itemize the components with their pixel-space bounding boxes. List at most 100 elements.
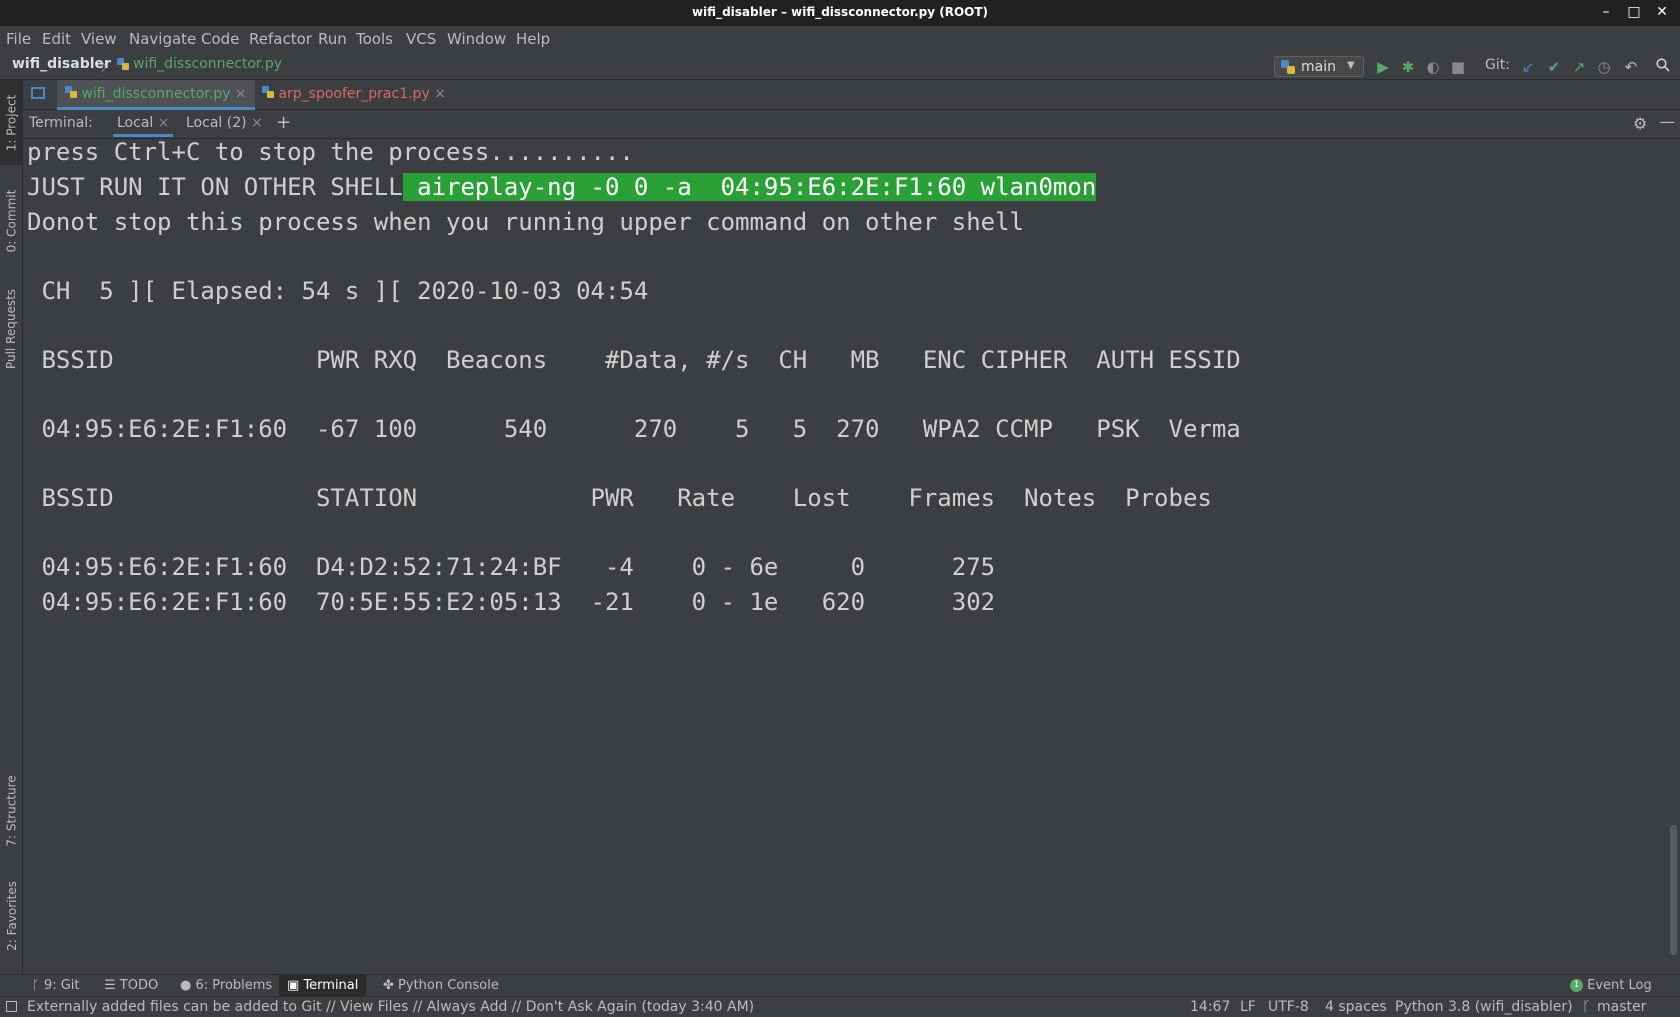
run-config-label: main (1301, 59, 1336, 75)
debug-icon[interactable]: ✱ (1398, 57, 1418, 77)
git-commit-icon[interactable]: ✔ (1544, 57, 1564, 77)
tool-tab-git[interactable]: ᚴ 9: Git (32, 978, 80, 993)
coverage-icon[interactable]: ◐ (1423, 57, 1443, 77)
hide-panel-icon[interactable]: — (1659, 112, 1675, 131)
terminal-tab-label: Local (117, 115, 154, 131)
tool-tab-problems-label: 6: Problems (195, 978, 273, 993)
terminal-scrollbar[interactable] (1670, 825, 1677, 955)
highlighted-command: aireplay-ng -0 0 -a 04:95:E6:2E:F1:60 wl… (402, 173, 1097, 201)
minimize-button[interactable]: – (1596, 2, 1616, 22)
tool-tab-event-log-label: Event Log (1587, 978, 1652, 993)
python-icon (1281, 60, 1295, 78)
breadcrumb-project[interactable]: wifi_disabler (12, 56, 111, 72)
tool-tab-favorites[interactable]: 2: Favorites (0, 868, 23, 963)
caret-position[interactable]: 14:67 (1190, 999, 1230, 1015)
git-rollback-icon[interactable]: ↶ (1621, 57, 1641, 77)
new-terminal-button[interactable]: + (276, 112, 291, 133)
terminal-tab-local[interactable]: Local × (113, 115, 174, 137)
python-file-icon (117, 58, 129, 70)
git-label: Git: (1485, 57, 1510, 73)
terminal-icon: ▣ (287, 978, 300, 993)
info-icon: ● (180, 978, 192, 993)
terminal-line: CH 5 ][ Elapsed: 54 s ][ 2020-10-03 04:5… (27, 277, 649, 305)
status-toggle-icon[interactable] (6, 1001, 17, 1012)
tab-label: arp_spoofer_prac1.py (278, 86, 430, 102)
menu-window[interactable]: Window (447, 30, 506, 48)
terminal-output[interactable]: press Ctrl+C to stop the process........… (23, 138, 1680, 974)
terminal-line: Donot stop this process when you running… (27, 208, 1024, 236)
terminal-tab-local-2[interactable]: Local (2) × (186, 115, 263, 131)
close-icon[interactable]: × (158, 115, 170, 131)
tool-tab-project-label: 1: Project (4, 94, 19, 151)
menu-tools[interactable]: Tools (356, 30, 393, 48)
tool-tab-git-label: 9: Git (43, 978, 80, 993)
tool-tab-commit[interactable]: 0: Commit (0, 178, 23, 263)
tool-tab-todo[interactable]: ☰ TODO (104, 978, 158, 993)
terminal-line: BSSID STATION PWR Rate Lost Frames Notes… (27, 484, 1212, 512)
menu-file[interactable]: File (6, 30, 31, 48)
title-bar: wifi_disabler – wifi_dissconnector.py (R… (0, 0, 1680, 26)
git-branch[interactable]: master (1597, 999, 1646, 1015)
status-message[interactable]: Externally added files can be added to G… (27, 999, 754, 1015)
tool-tab-python-console-label: Python Console (398, 978, 499, 993)
close-icon[interactable]: × (251, 115, 263, 131)
tool-tab-structure[interactable]: 7: Structure (0, 763, 23, 858)
terminal-text: JUST RUN IT ON OTHER SHELL (27, 173, 403, 201)
tool-tab-project[interactable]: 1: Project (0, 80, 23, 165)
gear-icon[interactable]: ⚙ (1633, 114, 1647, 133)
terminal-line: press Ctrl+C to stop the process........… (27, 138, 634, 166)
menu-view[interactable]: View (81, 30, 117, 48)
left-tool-strip: 1: Project 0: Commit Pull Requests 7: St… (0, 80, 23, 974)
git-branch-icon: ᚴ (32, 978, 40, 993)
python-interpreter[interactable]: Python 3.8 (wifi_disabler) (1395, 999, 1573, 1015)
git-update-icon[interactable]: ↙ (1518, 57, 1538, 77)
git-branch-icon: ᚴ (1582, 999, 1591, 1015)
run-icon[interactable]: ▶ (1373, 57, 1393, 77)
run-config-select[interactable]: main ▼ (1274, 56, 1364, 77)
close-button[interactable]: ✕ (1652, 2, 1672, 22)
indent-setting[interactable]: 4 spaces (1325, 999, 1387, 1015)
tool-tab-pull-requests[interactable]: Pull Requests (0, 275, 23, 383)
tab-arp-spoofer-prac1[interactable]: arp_spoofer_prac1.py × (254, 80, 454, 110)
terminal-label: Terminal: (29, 115, 93, 131)
maximize-button[interactable]: □ (1624, 2, 1644, 22)
tool-tab-problems[interactable]: ● 6: Problems (180, 978, 272, 993)
git-history-icon[interactable]: ◷ (1594, 57, 1614, 77)
tool-tab-structure-label: 7: Structure (4, 774, 19, 847)
close-icon[interactable]: × (434, 86, 446, 102)
tool-tab-todo-label: TODO (119, 978, 159, 993)
editor-tabs: wifi_dissconnector.py × arp_spoofer_prac… (23, 80, 1680, 110)
menu-run[interactable]: Run (318, 30, 347, 48)
python-file-icon (262, 86, 274, 102)
terminal-line: 04:95:E6:2E:F1:60 D4:D2:52:71:24:BF -4 0… (27, 553, 996, 581)
tab-label: wifi_dissconnector.py (81, 86, 231, 102)
tool-tab-terminal-label: Terminal (303, 978, 359, 993)
git-push-icon[interactable]: ↗ (1569, 57, 1589, 77)
stop-icon[interactable]: ■ (1448, 57, 1468, 77)
menu-bar: File Edit View Navigate Code Refactor Ru… (0, 26, 1680, 53)
menu-code[interactable]: Code (201, 30, 239, 48)
menu-refactor[interactable]: Refactor (249, 30, 312, 48)
close-icon[interactable]: × (235, 86, 247, 102)
chevron-down-icon: ▼ (1347, 60, 1355, 71)
breadcrumb-separator: 〉 (101, 60, 114, 74)
tool-tab-python-console[interactable]: ✤ Python Console (383, 978, 499, 993)
navigation-bar: wifi_disabler 〉 wifi_dissconnector.py ma… (0, 53, 1680, 80)
menu-help[interactable]: Help (516, 30, 550, 48)
window-title: wifi_disabler – wifi_dissconnector.py (R… (691, 5, 989, 19)
terminal-line: JUST RUN IT ON OTHER SHELL aireplay-ng -… (27, 170, 1097, 204)
tool-tab-event-log[interactable]: 1 Event Log (1570, 978, 1652, 993)
file-encoding[interactable]: UTF-8 (1268, 999, 1309, 1015)
python-icon: ✤ (383, 978, 394, 993)
python-file-icon (65, 86, 77, 102)
search-icon[interactable] (1653, 57, 1673, 77)
breadcrumb-file[interactable]: wifi_dissconnector.py (133, 56, 282, 72)
menu-navigate[interactable]: Navigate (129, 30, 196, 48)
recent-files-icon[interactable] (31, 87, 45, 99)
menu-edit[interactable]: Edit (42, 30, 71, 48)
menu-vcs[interactable]: VCS (406, 30, 436, 48)
tool-tab-terminal[interactable]: ▣ Terminal (279, 975, 367, 997)
line-separator[interactable]: LF (1240, 999, 1256, 1015)
list-icon: ☰ (104, 978, 116, 993)
tab-wifi-dissconnector[interactable]: wifi_dissconnector.py × (57, 80, 255, 110)
